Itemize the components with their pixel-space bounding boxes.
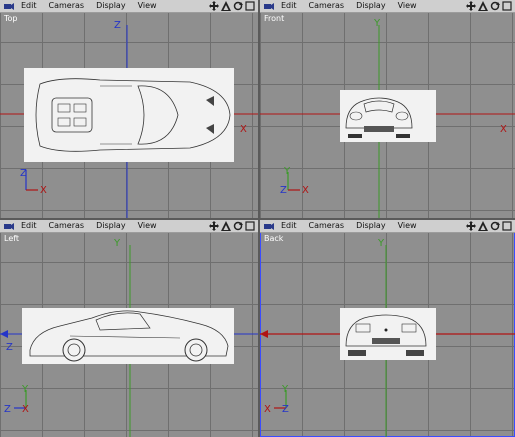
svg-text:Y: Y: [283, 166, 291, 177]
car-blueprint-top: [24, 68, 234, 162]
svg-text:Z: Z: [282, 404, 289, 415]
svg-text:X: X: [40, 185, 47, 196]
axis-gizmo: Z X: [20, 168, 47, 196]
svg-text:Z: Z: [280, 185, 287, 196]
x-axis-label: X: [240, 124, 247, 135]
left-view-canvas: Y Z Y Z X: [0, 238, 258, 437]
car-blueprint-back: [340, 308, 436, 360]
svg-text:X: X: [264, 404, 271, 415]
viewport-back[interactable]: Edit Cameras Display View Back Y Y X Z: [260, 220, 515, 437]
front-view-canvas: Y X Y Z X: [260, 18, 515, 218]
back-view-canvas: Y Y X Z: [260, 238, 515, 437]
z-axis-label: Z: [114, 20, 121, 31]
viewport-top[interactable]: Edit Cameras Display View Top Z X Z X: [0, 0, 258, 218]
svg-text:Y: Y: [21, 384, 29, 395]
svg-text:Y: Y: [373, 18, 381, 29]
svg-text:X: X: [22, 404, 29, 415]
svg-text:Y: Y: [113, 238, 121, 249]
axis-gizmo: Y X Z: [264, 384, 289, 415]
svg-text:Y: Y: [377, 238, 385, 249]
car-blueprint-front: [340, 90, 436, 142]
top-view-canvas: Z X Z X: [0, 20, 258, 218]
svg-text:Z: Z: [4, 404, 11, 415]
viewport-front[interactable]: Edit Cameras Display View Front Y X Y Z …: [260, 0, 515, 218]
axis-gizmo: Y Z X: [280, 166, 309, 196]
svg-text:X: X: [302, 185, 309, 196]
viewport-divider-horizontal[interactable]: [0, 218, 515, 220]
car-blueprint-side: [22, 308, 234, 364]
axis-gizmo: Y Z X: [4, 384, 29, 415]
svg-text:Z: Z: [6, 342, 13, 353]
svg-text:X: X: [500, 124, 507, 135]
svg-text:Z: Z: [20, 168, 27, 179]
svg-text:Y: Y: [281, 384, 289, 395]
viewport-left[interactable]: Edit Cameras Display View Left Y Z Y Z X: [0, 220, 258, 437]
